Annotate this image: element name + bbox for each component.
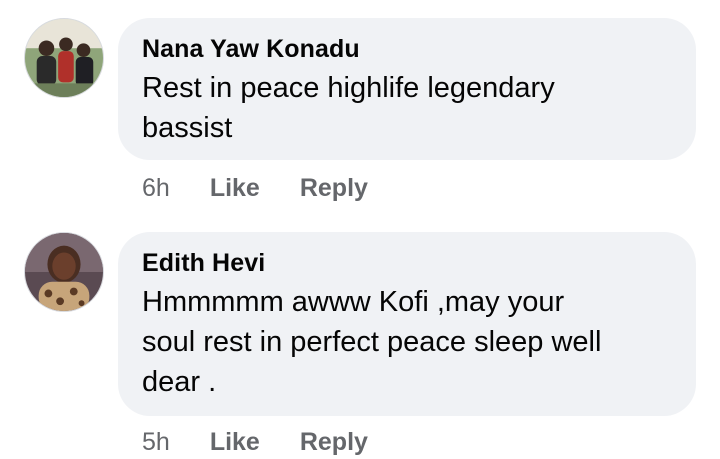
- comment-text-line: Rest in peace highlife legendary: [142, 72, 555, 104]
- comment-bubble: Edith Hevi Hmmmmm awww Kofi ,may your so…: [118, 232, 696, 416]
- like-button[interactable]: Like: [210, 174, 260, 203]
- reply-button[interactable]: Reply: [300, 428, 368, 457]
- comment-author[interactable]: Nana Yaw Konadu: [142, 34, 672, 64]
- comment-timestamp[interactable]: 5h: [142, 428, 170, 457]
- comment-actions: 5h Like Reply: [142, 428, 368, 457]
- comment-text-line: dear .: [142, 366, 217, 398]
- comment-bubble: Nana Yaw Konadu Rest in peace highlife l…: [118, 18, 696, 160]
- comment-text-line: Hmmmmm awww Kofi ,may your: [142, 286, 565, 318]
- comment-text: Rest in peace highlife legendary bassist: [142, 68, 672, 148]
- avatar[interactable]: [24, 232, 104, 312]
- comment-author[interactable]: Edith Hevi: [142, 248, 672, 278]
- comment-actions: 6h Like Reply: [142, 174, 368, 203]
- avatar[interactable]: [24, 18, 104, 98]
- comment-text-line: bassist: [142, 112, 233, 144]
- comment-text: Hmmmmm awww Kofi ,may your soul rest in …: [142, 282, 672, 402]
- profile-photo-group-icon: [25, 19, 103, 97]
- comment-text-line: soul rest in perfect peace sleep well: [142, 326, 602, 358]
- comment-timestamp[interactable]: 6h: [142, 174, 170, 203]
- profile-photo-woman-icon: [25, 233, 103, 311]
- like-button[interactable]: Like: [210, 428, 260, 457]
- reply-button[interactable]: Reply: [300, 174, 368, 203]
